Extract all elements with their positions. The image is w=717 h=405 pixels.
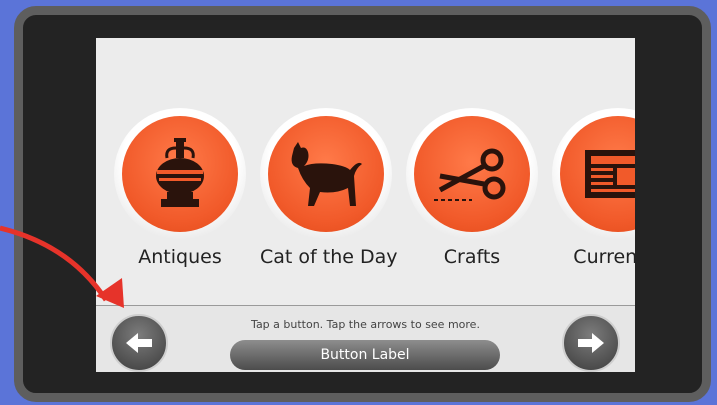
tile-crafts[interactable]: Crafts — [406, 108, 538, 268]
instruction-text: Tap a button. Tap the arrows to see more… — [251, 318, 480, 331]
callout-arrow — [0, 225, 124, 308]
screen: Antiques Cat of the Day Crafts Curren Ta… — [96, 38, 635, 372]
scissors-icon — [434, 148, 506, 201]
tile-ring — [260, 108, 392, 240]
tile-ring — [406, 108, 538, 240]
tile-disc — [414, 116, 530, 232]
newspaper-icon — [585, 150, 635, 198]
tile-label: Cat of the Day — [260, 246, 398, 268]
tile-disc — [268, 116, 384, 232]
arrow-right-icon — [578, 333, 604, 353]
next-button[interactable] — [562, 314, 620, 372]
cat-icon — [291, 142, 362, 206]
arrow-left-icon — [126, 333, 152, 353]
tile-label: Current E — [573, 246, 635, 268]
tile-cat-of-the-day[interactable]: Cat of the Day — [260, 108, 398, 268]
tile-ring — [552, 108, 635, 240]
tile-label: Crafts — [443, 246, 501, 268]
tile-current-events[interactable]: Current E — [552, 108, 635, 268]
vase-icon — [156, 138, 204, 207]
prev-button[interactable] — [110, 314, 168, 372]
tile-disc — [560, 116, 635, 232]
button-label[interactable]: Button Label — [230, 340, 500, 370]
